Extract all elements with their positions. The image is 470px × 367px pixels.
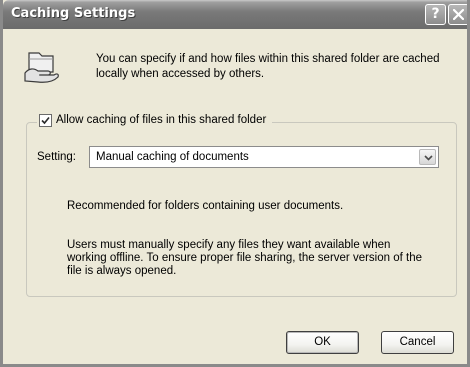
close-icon <box>453 9 464 20</box>
dropdown-selected-value: Manual caching of documents <box>96 151 249 163</box>
title-bar[interactable]: Caching Settings ? <box>3 0 467 29</box>
info-text: You can specify if and how files within … <box>96 53 440 80</box>
chevron-down-icon <box>424 155 433 161</box>
checkmark-icon <box>41 116 50 124</box>
help-button[interactable]: ? <box>425 4 446 25</box>
cancel-button[interactable]: Cancel <box>381 331 454 354</box>
allow-caching-label[interactable]: Allow caching of files in this shared fo… <box>56 114 266 126</box>
caching-setting-dropdown[interactable]: Manual caching of documents <box>89 146 439 168</box>
caching-settings-dialog: Caching Settings ? You can specify if an… <box>0 0 470 367</box>
detail-text: Users must manually specify any files th… <box>67 239 422 277</box>
dropdown-arrow-button[interactable] <box>419 149 436 165</box>
allow-caching-checkbox[interactable] <box>39 113 52 127</box>
recommendation-text: Recommended for folders containing user … <box>67 200 344 212</box>
close-button[interactable] <box>448 4 467 25</box>
setting-label: Setting: <box>37 151 76 163</box>
allow-caching-checkbox-row[interactable]: Allow caching of files in this shared fo… <box>37 111 273 129</box>
ok-button[interactable]: OK <box>286 331 359 354</box>
dialog-title: Caching Settings <box>11 6 136 21</box>
shared-folder-hand-icon <box>23 47 61 85</box>
